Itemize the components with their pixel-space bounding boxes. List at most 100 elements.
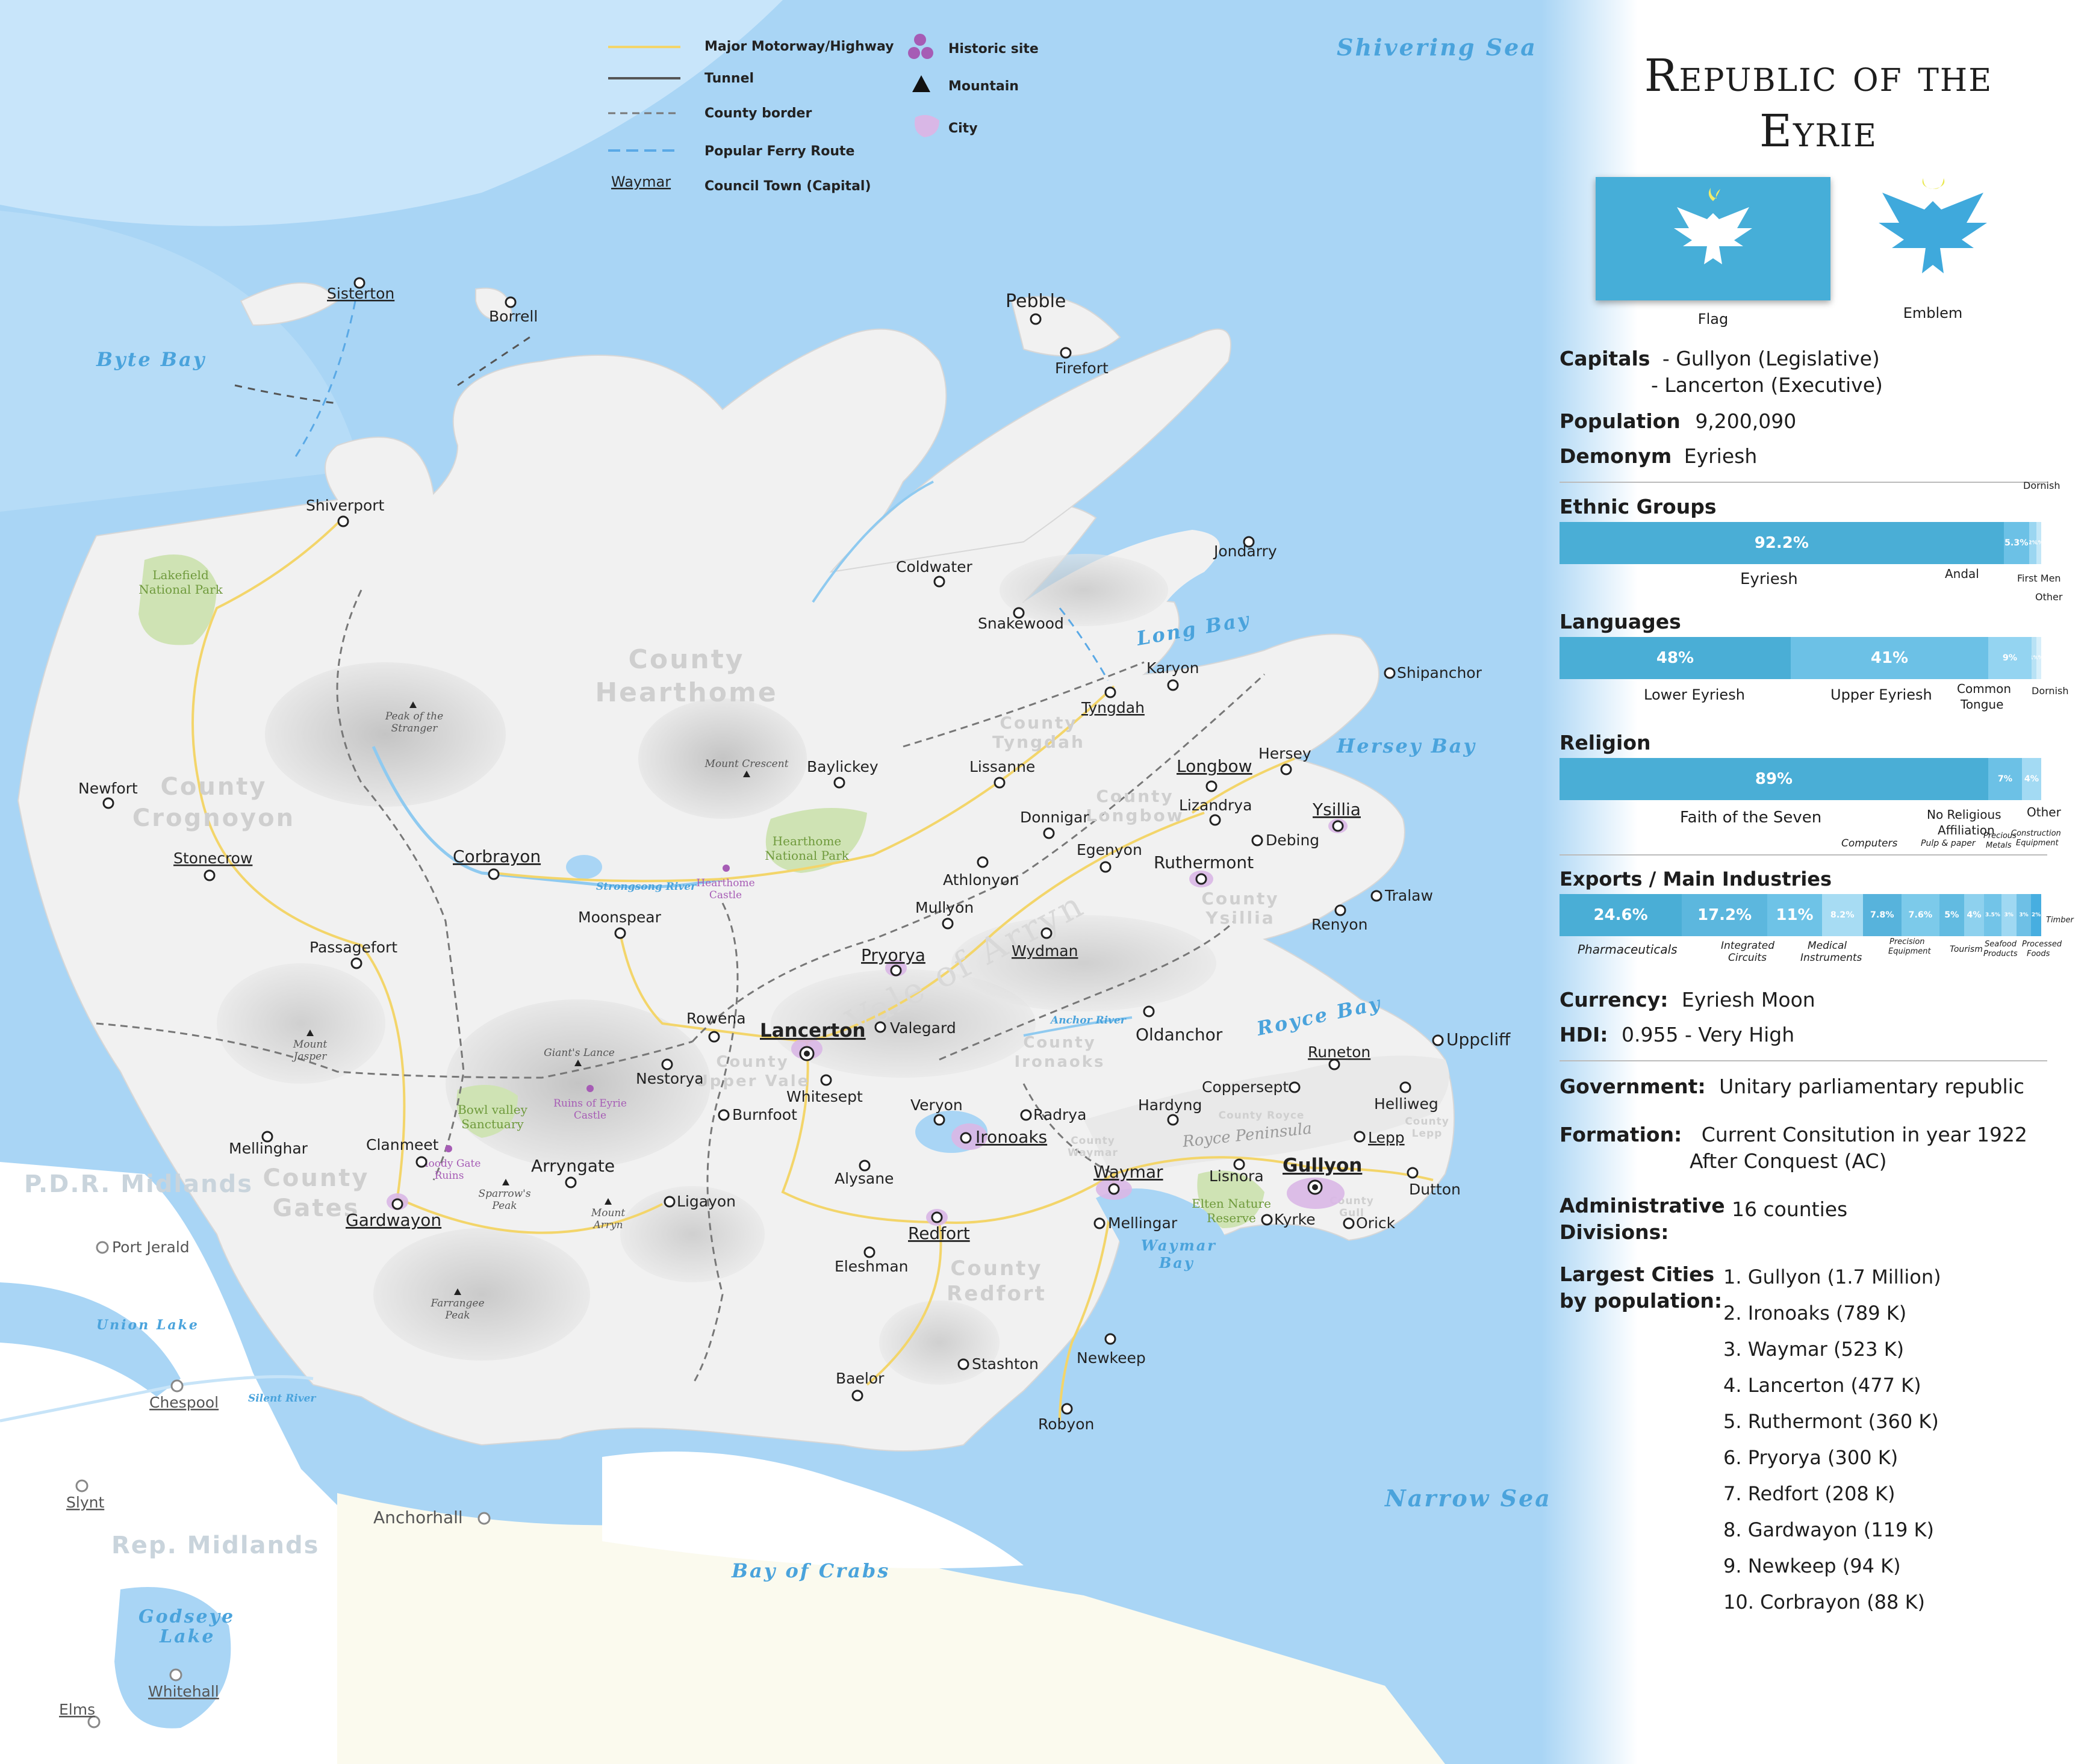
languages-segment: 41% bbox=[1791, 637, 1988, 679]
svg-text:Radrya: Radrya bbox=[1033, 1106, 1086, 1123]
svg-text:Lisnora: Lisnora bbox=[1209, 1167, 1264, 1185]
park-label: Reserve bbox=[1207, 1211, 1256, 1225]
ethnic-label-dornish: Dornish bbox=[2023, 480, 2060, 491]
rel-label-seven: Faith of the Seven bbox=[1680, 809, 1822, 827]
svg-text:Veryon: Veryon bbox=[910, 1096, 963, 1114]
svg-text:Runeton: Runeton bbox=[1308, 1043, 1370, 1061]
svg-text:Oldanchor: Oldanchor bbox=[1136, 1025, 1223, 1045]
label-strongsong-river: Strongsong River bbox=[596, 881, 697, 893]
capitals-label: Capitals bbox=[1560, 347, 1650, 370]
population-value: 9,200,090 bbox=[1695, 409, 1797, 433]
hdi-value: 0.955 - Very High bbox=[1622, 1023, 1795, 1046]
county-label: County bbox=[950, 1256, 1042, 1281]
admin-label-2: Divisions: bbox=[1560, 1220, 1669, 1244]
historic-label: Hearthome bbox=[696, 877, 754, 889]
lang-label-common-2: Tongue bbox=[1961, 697, 2004, 712]
place-coppersept[interactable]: Coppersept bbox=[1202, 1078, 1301, 1096]
svg-text:Ruthermont: Ruthermont bbox=[1154, 852, 1254, 872]
svg-text:Nestorya: Nestorya bbox=[636, 1070, 704, 1087]
county-label: Crognoyon bbox=[132, 804, 295, 832]
svg-text:Rowena: Rowena bbox=[686, 1010, 746, 1027]
svg-text:Donnigar: Donnigar bbox=[1020, 809, 1089, 826]
svg-text:Alysane: Alysane bbox=[835, 1170, 894, 1187]
svg-text:Passagefort: Passagefort bbox=[309, 939, 397, 956]
terrain-highland bbox=[373, 1228, 590, 1361]
svg-text:Firefort: Firefort bbox=[1055, 359, 1109, 377]
label-narrow-sea: Narrow Sea bbox=[1384, 1485, 1552, 1512]
svg-text:Uppcliff: Uppcliff bbox=[1446, 1030, 1511, 1049]
svg-text:Stashton: Stashton bbox=[972, 1355, 1039, 1373]
currency-row: Currency: Eyriesh Moon bbox=[1560, 987, 2065, 1013]
mountain-label: Sparrow's bbox=[478, 1188, 530, 1200]
legend-tunnel-label: Tunnel bbox=[704, 71, 754, 86]
exports-segment: 24.6% bbox=[1560, 894, 1682, 936]
ethnic-label-andal: Andal bbox=[1945, 567, 1979, 581]
flag-row: Flag Emblem bbox=[1560, 177, 2065, 340]
svg-text:Lepp: Lepp bbox=[1368, 1129, 1405, 1146]
languages-segment: 48% bbox=[1560, 637, 1791, 679]
exports-segment: 3% bbox=[2016, 894, 2032, 936]
largest-cities: Largest Cities by population: 1. Gullyon… bbox=[1560, 1261, 2065, 1613]
place-shipanchor[interactable]: Shipanchor bbox=[1384, 664, 1482, 682]
svg-text:Hardyng: Hardyng bbox=[1138, 1096, 1202, 1114]
svg-text:Wydman: Wydman bbox=[1012, 942, 1078, 960]
svg-text:Arryngate: Arryngate bbox=[531, 1156, 615, 1176]
svg-text:Stonecrow: Stonecrow bbox=[173, 849, 252, 867]
lang-label-lower: Lower Eyriesh bbox=[1644, 686, 1745, 703]
svg-text:Jondarry: Jondarry bbox=[1213, 542, 1277, 560]
svg-text:Kyrke: Kyrke bbox=[1274, 1211, 1316, 1228]
largest-cities-list: 1. Gullyon (1.7 Million) 2. Ironoaks (78… bbox=[1723, 1259, 1941, 1620]
svg-text:Helliweg: Helliweg bbox=[1374, 1095, 1438, 1113]
eagle-icon bbox=[1674, 188, 1752, 264]
legend-mountain-label: Mountain bbox=[948, 79, 1019, 94]
exports-title: Exports / Main Industries bbox=[1560, 868, 1832, 890]
terrain-highland bbox=[265, 662, 506, 807]
county-label: County bbox=[716, 1053, 789, 1071]
legend-county-border-label: County border bbox=[704, 106, 812, 121]
svg-text:Borrell: Borrell bbox=[489, 308, 538, 325]
exp-label-med-1: Medical bbox=[1808, 940, 1847, 952]
city-rank-item: 9. Newkeep (94 K) bbox=[1723, 1554, 1901, 1577]
historic-label: Castle bbox=[574, 1110, 606, 1122]
svg-text:Mellinghar: Mellinghar bbox=[229, 1140, 308, 1157]
svg-text:Coppersept: Coppersept bbox=[1202, 1078, 1289, 1096]
exports-segment: 7.8% bbox=[1862, 894, 1902, 936]
exp-label-ic-1: Integrated bbox=[1721, 940, 1775, 952]
government-value: Unitary parliamentary republic bbox=[1719, 1075, 2024, 1098]
city-rank-item: 5. Ruthermont (360 K) bbox=[1723, 1410, 1939, 1433]
ethnic-label-eyriesh: Eyriesh bbox=[1740, 570, 1798, 588]
terrain-highland bbox=[217, 963, 385, 1084]
historic-site-marker bbox=[586, 1085, 594, 1092]
exp-label-processed-1: Processed bbox=[2022, 940, 2062, 949]
mountain-label: Mount Crescent bbox=[704, 758, 788, 770]
svg-text:Chespool: Chespool bbox=[149, 1394, 219, 1411]
county-label: County bbox=[629, 644, 745, 675]
demonym-value: Eyriesh bbox=[1684, 444, 1758, 468]
lang-label-upper: Upper Eyriesh bbox=[1830, 686, 1932, 703]
label-silent-river: Silent River bbox=[248, 1393, 316, 1405]
svg-text:Ligayon: Ligayon bbox=[677, 1193, 736, 1210]
ethnic-segment: 5.3% bbox=[2003, 522, 2029, 564]
exp-label-processed-2: Foods bbox=[2027, 949, 2050, 958]
formation-value-1: Current Consitution in year 1922 bbox=[1701, 1123, 2027, 1146]
languages-labels: Lower Eyriesh Upper Eyriesh Common Tongu… bbox=[1560, 591, 2068, 725]
languages-bar: 48%41%9%1%1% bbox=[1560, 637, 2041, 679]
svg-text:Baylickey: Baylickey bbox=[807, 758, 879, 775]
exports-segment: 3% bbox=[2001, 894, 2017, 936]
svg-text:Gardwayon: Gardwayon bbox=[346, 1210, 441, 1230]
exp-label-construction-2: Equipment bbox=[2016, 839, 2059, 848]
mountain-label: Peak bbox=[491, 1200, 517, 1212]
label-hersey-bay: Hersey Bay bbox=[1336, 734, 1476, 757]
label-byte-bay: Byte Bay bbox=[96, 348, 206, 371]
exp-label-computers: Computers bbox=[1841, 837, 1898, 849]
mountain-label: Mount bbox=[591, 1207, 626, 1219]
exp-label-tourism: Tourism bbox=[1950, 945, 1983, 954]
svg-text:Mullyon: Mullyon bbox=[915, 899, 974, 916]
svg-text:Newfort: Newfort bbox=[78, 780, 138, 797]
svg-text:Whitesept: Whitesept bbox=[786, 1088, 863, 1105]
svg-text:Elms: Elms bbox=[59, 1701, 95, 1718]
svg-text:Coldwater: Coldwater bbox=[896, 558, 973, 576]
park-label: Elten Nature bbox=[1192, 1196, 1271, 1211]
county-label: County bbox=[161, 773, 267, 801]
ethnic-segment: 2% bbox=[2029, 522, 2036, 564]
